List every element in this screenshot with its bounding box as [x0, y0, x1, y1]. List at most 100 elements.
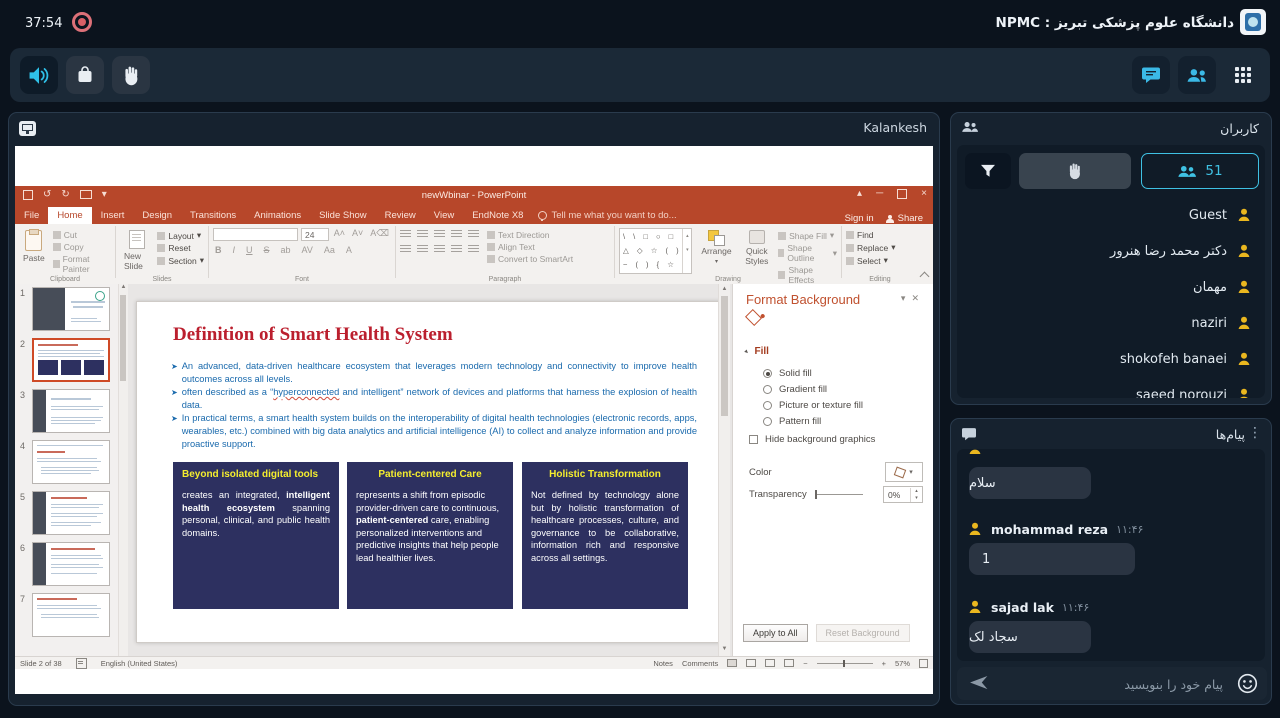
- shadow-button[interactable]: ab: [279, 245, 293, 255]
- color-picker-button[interactable]: ▾: [885, 462, 923, 482]
- shrink-font-button[interactable]: A˅: [350, 228, 365, 241]
- indent-decrease-icon[interactable]: [434, 230, 445, 239]
- quick-styles-button[interactable]: Quick Styles: [741, 228, 774, 268]
- copy-button[interactable]: Copy: [53, 242, 111, 252]
- zoom-slider[interactable]: [817, 663, 873, 664]
- sign-in-link[interactable]: Sign in: [845, 213, 874, 224]
- tab-slideshow[interactable]: Slide Show: [310, 207, 376, 224]
- layout-grid-button[interactable]: [1224, 56, 1262, 94]
- align-text-button[interactable]: Align Text: [487, 242, 573, 252]
- cut-button[interactable]: Cut: [53, 230, 111, 240]
- slide-thumbnail[interactable]: 4: [15, 437, 127, 488]
- notes-button[interactable]: Notes: [653, 659, 673, 668]
- chat-message-input[interactable]: [1001, 667, 1225, 702]
- italic-button[interactable]: I: [231, 245, 238, 255]
- replace-button[interactable]: Replace▾: [846, 242, 914, 253]
- tab-transitions[interactable]: Transitions: [181, 207, 245, 224]
- reset-background-button[interactable]: Reset Background: [816, 624, 910, 642]
- thumbnails-scrollbar[interactable]: ▲: [118, 284, 128, 656]
- normal-view-icon[interactable]: [727, 659, 737, 667]
- tab-review[interactable]: Review: [376, 207, 425, 224]
- format-painter-button[interactable]: Format Painter: [53, 254, 111, 274]
- user-list-item[interactable]: shokofeh banaei: [957, 341, 1265, 377]
- close-icon[interactable]: ×: [921, 188, 927, 199]
- user-list-item[interactable]: مهمان: [957, 269, 1265, 305]
- columns-icon[interactable]: [468, 245, 479, 254]
- audio-button[interactable]: [20, 56, 58, 94]
- user-count-button[interactable]: 51: [1141, 153, 1259, 189]
- align-right-icon[interactable]: [434, 245, 445, 254]
- font-size-combo[interactable]: 24: [301, 228, 329, 241]
- arrange-button[interactable]: Arrange▾: [697, 228, 735, 267]
- picture-fill-option[interactable]: Picture or texture fill: [763, 400, 863, 411]
- text-direction-button[interactable]: Text Direction: [487, 230, 573, 240]
- filter-users-button[interactable]: [965, 153, 1011, 189]
- bullet-list-icon[interactable]: [400, 230, 411, 239]
- minimize-icon[interactable]: ─: [876, 188, 883, 199]
- spacing-button[interactable]: AV: [300, 245, 315, 255]
- raise-hand-button[interactable]: [112, 56, 150, 94]
- current-slide[interactable]: Definition of Smart Health System ➤An ad…: [136, 301, 726, 643]
- hide-background-graphics-checkbox[interactable]: Hide background graphics: [749, 434, 875, 445]
- shapes-gallery[interactable]: \ \ □ ○ □ △ ◇ ☆ ( ) ~ ( ) { ☆ ▴▾: [619, 228, 692, 274]
- layout-button[interactable]: Layout▾: [157, 230, 204, 241]
- fill-section-header[interactable]: ▴Fill: [745, 346, 769, 357]
- underline-button[interactable]: U: [244, 245, 255, 255]
- shapes-scrollbar[interactable]: ▴▾: [682, 229, 691, 273]
- raised-hands-filter-button[interactable]: [1019, 153, 1131, 189]
- slide-thumbnail[interactable]: 5: [15, 488, 127, 539]
- language-status[interactable]: English (United States): [101, 659, 178, 668]
- zoom-out-icon[interactable]: −: [803, 659, 807, 668]
- chat-toggle-button[interactable]: [1132, 56, 1170, 94]
- justify-icon[interactable]: [451, 245, 462, 254]
- shape-outline-button[interactable]: Shape Outline▾: [778, 243, 837, 263]
- grow-font-button[interactable]: A˄: [332, 228, 347, 241]
- select-button[interactable]: Select▾: [846, 255, 914, 266]
- tab-home[interactable]: Home: [48, 207, 91, 224]
- files-button[interactable]: [66, 56, 104, 94]
- slide-sorter-view-icon[interactable]: [746, 659, 756, 667]
- case-button[interactable]: Aa: [322, 245, 337, 255]
- user-list-item[interactable]: دکتر محمد رضا هنرور: [957, 233, 1265, 269]
- canvas-scrollbar[interactable]: ▲▼: [718, 284, 730, 656]
- bold-button[interactable]: B: [213, 245, 224, 255]
- tab-file[interactable]: File: [15, 207, 48, 224]
- tab-design[interactable]: Design: [133, 207, 181, 224]
- pattern-fill-option[interactable]: Pattern fill: [763, 416, 821, 427]
- convert-smartart-button[interactable]: Convert to SmartArt: [487, 254, 573, 264]
- align-left-icon[interactable]: [400, 245, 411, 254]
- clear-format-button[interactable]: A⌫: [368, 228, 391, 241]
- comments-button[interactable]: Comments: [682, 659, 718, 668]
- send-message-button[interactable]: [969, 675, 988, 690]
- spellcheck-icon[interactable]: [76, 658, 87, 669]
- pane-close-icon[interactable]: ✕: [911, 293, 925, 303]
- chat-menu-icon[interactable]: ⋮: [1248, 425, 1262, 441]
- align-center-icon[interactable]: [417, 245, 428, 254]
- tab-view[interactable]: View: [425, 207, 463, 224]
- number-list-icon[interactable]: [417, 230, 428, 239]
- section-button[interactable]: Section▾: [157, 255, 204, 266]
- reset-button[interactable]: Reset: [157, 243, 204, 253]
- tab-animations[interactable]: Animations: [245, 207, 310, 224]
- user-list-item[interactable]: naziri: [957, 305, 1265, 341]
- transparency-slider[interactable]: [815, 494, 863, 495]
- share-button[interactable]: Share: [886, 213, 923, 224]
- font-color-button[interactable]: A: [344, 245, 354, 255]
- indent-increase-icon[interactable]: [451, 230, 462, 239]
- solid-fill-option[interactable]: Solid fill: [763, 368, 812, 379]
- paste-button[interactable]: Paste: [19, 228, 49, 276]
- slide-thumbnail-selected[interactable]: 2: [15, 335, 127, 386]
- tab-insert[interactable]: Insert: [92, 207, 134, 224]
- restore-icon[interactable]: [897, 189, 907, 199]
- users-toggle-button[interactable]: [1178, 56, 1216, 94]
- tell-me-box[interactable]: Tell me what you want to do...: [532, 207, 682, 224]
- emoji-picker-button[interactable]: [1237, 673, 1258, 694]
- find-button[interactable]: Find: [846, 230, 914, 240]
- reading-view-icon[interactable]: [765, 659, 775, 667]
- collapse-ribbon-icon[interactable]: [920, 272, 930, 282]
- slide-thumbnail[interactable]: 1: [15, 284, 127, 335]
- ribbon-options-icon[interactable]: ▴: [857, 188, 862, 199]
- slide-thumbnail[interactable]: 3: [15, 386, 127, 437]
- slide-thumbnail[interactable]: 7: [15, 590, 127, 641]
- pane-options-icon[interactable]: ▾: [901, 293, 912, 303]
